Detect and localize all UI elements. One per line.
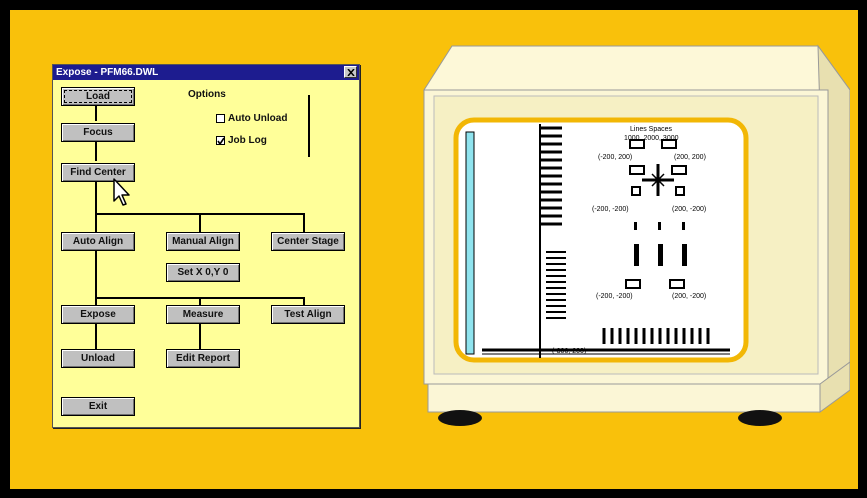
exit-button[interactable]: Exit	[61, 397, 135, 416]
screen-label-top-2: 1000, 2000, 3000	[624, 135, 679, 142]
edit-report-button[interactable]: Edit Report	[166, 349, 240, 368]
job-log-label: Job Log	[228, 135, 267, 146]
job-log-checkbox[interactable]: Job Log	[216, 135, 267, 146]
flow-line	[199, 297, 201, 305]
window-title: Expose - PFM66.DWL	[56, 67, 159, 78]
expose-dialog: Expose - PFM66.DWL Load Focus Find Cente…	[52, 64, 360, 428]
screen-coord-mr: (200, -200)	[672, 206, 707, 213]
flow-line	[308, 95, 310, 157]
focus-button[interactable]: Focus	[61, 123, 135, 142]
checkmark-icon	[217, 137, 225, 145]
manual-align-button[interactable]: Manual Align	[166, 232, 240, 251]
screen-label-bottom: (-300, 200)	[552, 348, 587, 355]
flow-line	[303, 213, 305, 232]
close-icon	[347, 69, 355, 76]
auto-align-button[interactable]: Auto Align	[61, 232, 135, 251]
set-xy-button[interactable]: Set X 0,Y 0	[166, 263, 240, 282]
flow-line	[95, 105, 97, 121]
auto-unload-checkbox[interactable]: Auto Unload	[216, 113, 287, 124]
arrow-pointer-icon	[113, 178, 130, 206]
test-align-button[interactable]: Test Align	[271, 305, 345, 324]
flow-line	[95, 181, 97, 367]
screen-coord-ml: (-200, -200)	[592, 206, 629, 213]
options-title: Options	[188, 89, 226, 100]
unload-button[interactable]: Unload	[61, 349, 135, 368]
screen-coord-bl: (-200, -200)	[596, 293, 633, 300]
center-stage-button[interactable]: Center Stage	[271, 232, 345, 251]
flow-line	[303, 297, 305, 305]
flow-line	[199, 323, 201, 349]
flow-line	[199, 213, 201, 232]
expose-button[interactable]: Expose	[61, 305, 135, 324]
load-button[interactable]: Load	[61, 87, 135, 106]
auto-unload-label: Auto Unload	[228, 113, 288, 124]
title-bar[interactable]: Expose - PFM66.DWL	[53, 65, 359, 80]
screen-coord-tr: (200, 200)	[674, 154, 706, 161]
flow-line	[95, 141, 97, 161]
screen-coord-tl: (-200, 200)	[598, 154, 633, 161]
auto-unload-box[interactable]	[216, 114, 225, 123]
measure-button[interactable]: Measure	[166, 305, 240, 324]
screen-coord-br: (200, -200)	[672, 293, 707, 300]
monitor-illustration	[423, 44, 850, 426]
screen-label-top-1: Lines Spaces	[630, 126, 673, 133]
close-button[interactable]	[344, 66, 357, 78]
job-log-box[interactable]	[216, 136, 225, 145]
